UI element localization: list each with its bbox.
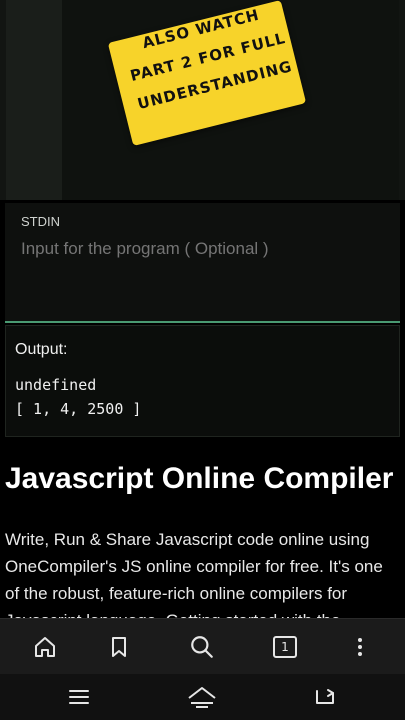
- system-navigation-bar: [0, 674, 405, 720]
- intro-paragraph: Write, Run & Share Javascript code onlin…: [5, 530, 383, 618]
- browser-toolbar: 1: [0, 618, 405, 675]
- stdin-label: STDIN: [21, 214, 60, 229]
- recents-icon[interactable]: [59, 682, 99, 712]
- output-panel: Output: undefined [ 1, 4, 2500 ]: [5, 325, 400, 437]
- line-number-gutter: [6, 0, 62, 200]
- bookmark-icon[interactable]: [103, 631, 135, 663]
- output-line: [ 1, 4, 2500 ]: [15, 400, 142, 418]
- tab-count: 1: [273, 636, 297, 658]
- output-line: undefined: [15, 376, 97, 394]
- stdin-input[interactable]: [21, 239, 381, 259]
- more-vert-icon[interactable]: [344, 631, 376, 663]
- page-title: Javascript Online Compiler: [5, 462, 394, 495]
- output-label: Output:: [15, 341, 68, 358]
- back-icon[interactable]: [305, 682, 345, 712]
- search-icon[interactable]: [186, 631, 218, 663]
- home-icon[interactable]: [29, 631, 61, 663]
- tabs-icon[interactable]: 1: [269, 631, 301, 663]
- home-nav-icon[interactable]: [182, 682, 222, 712]
- stdin-panel: STDIN: [5, 203, 400, 323]
